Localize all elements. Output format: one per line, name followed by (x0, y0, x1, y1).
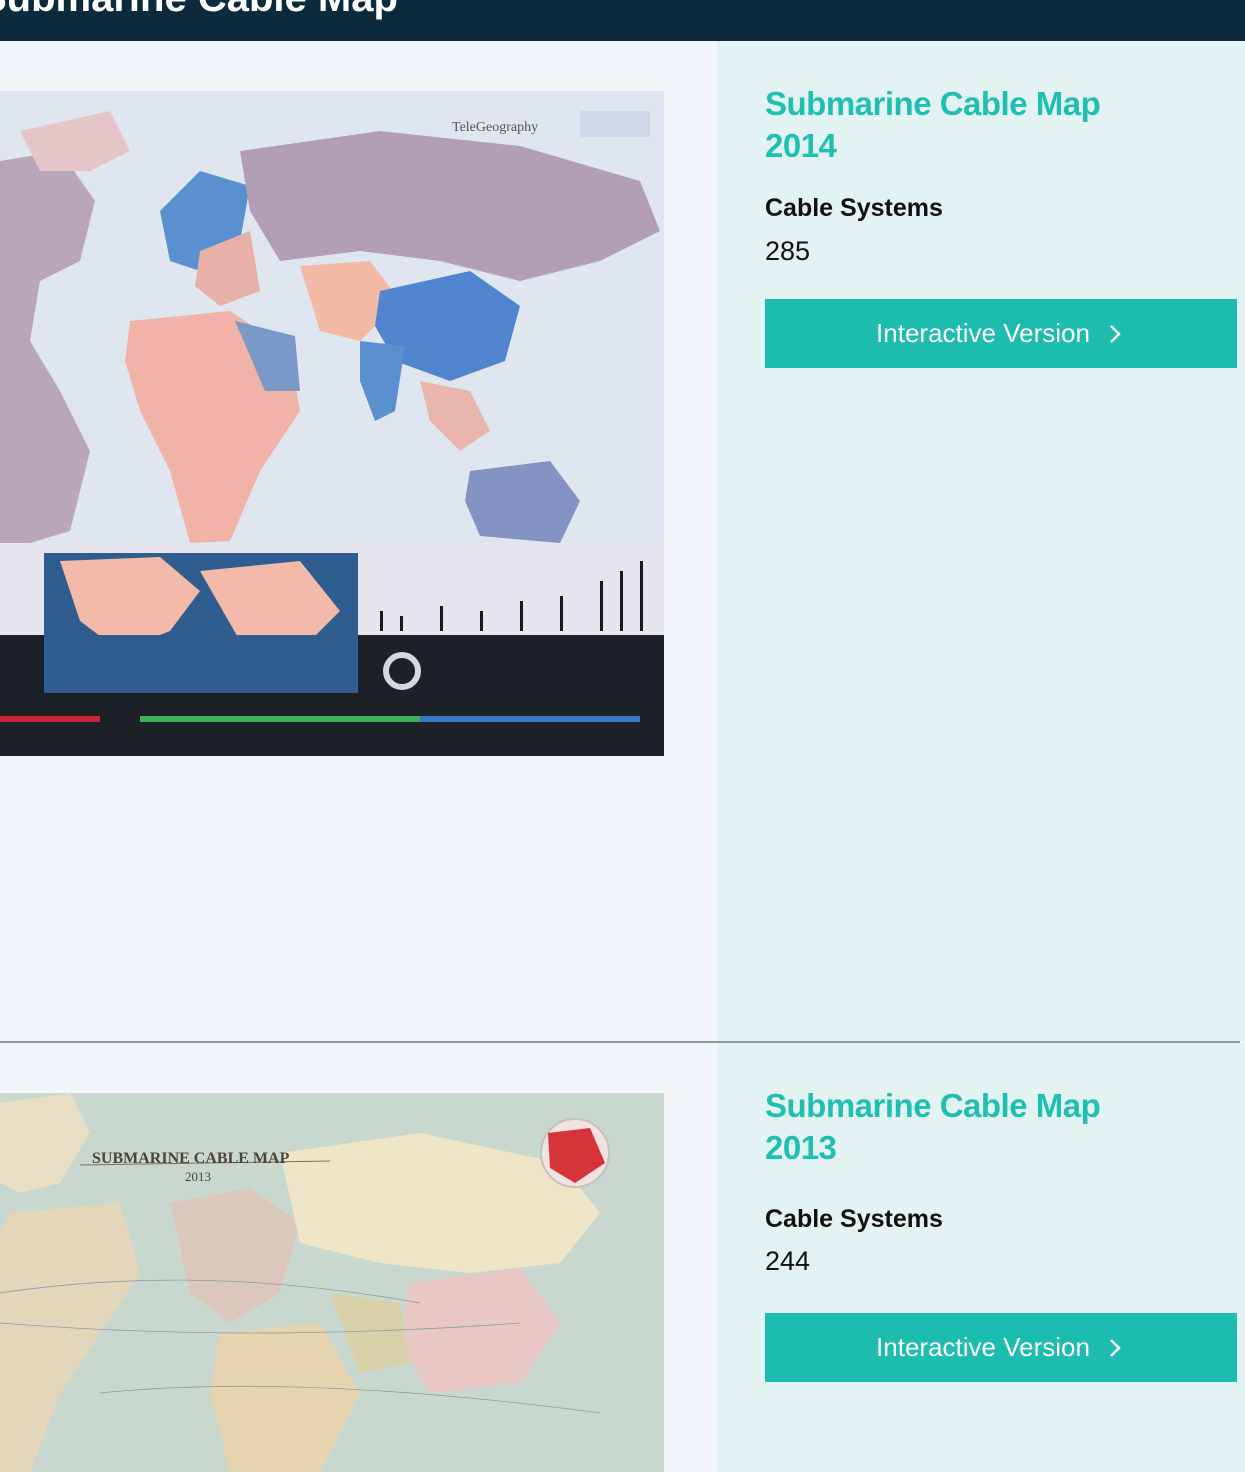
cable-systems-label: Cable Systems (765, 194, 943, 222)
map-title[interactable]: Submarine Cable Map 2013 (765, 1085, 1165, 1169)
button-label: Interactive Version (876, 1332, 1090, 1362)
chevron-right-icon (1110, 324, 1121, 343)
page-title: Submarine Cable Map (0, 0, 398, 21)
map-entry-2013: SUBMARINE CABLE MAP 2013 Submarine Cable… (0, 1043, 1245, 1472)
svg-text:TeleGeography: TeleGeography (452, 120, 538, 135)
top-header-bar: Submarine Cable Map (0, 0, 1245, 41)
map-entry-2014: TeleGeography Submarine Cable Map 2014 C… (0, 41, 1245, 1041)
details-pane: Submarine Cable Map 2014 Cable Systems 2… (717, 41, 1245, 1041)
cable-systems-count: 244 (765, 1246, 811, 1276)
chevron-right-icon (1110, 1338, 1121, 1357)
svg-text:2013: 2013 (185, 1169, 211, 1184)
interactive-version-button[interactable]: Interactive Version (765, 299, 1237, 368)
interactive-version-button[interactable]: Interactive Version (765, 1313, 1237, 1382)
map-thumbnail-image[interactable]: SUBMARINE CABLE MAP 2013 (0, 1093, 664, 1472)
map-thumbnail-image[interactable]: TeleGeography (0, 91, 664, 756)
svg-text:SUBMARINE CABLE MAP: SUBMARINE CABLE MAP (92, 1150, 290, 1167)
thumbnail-pane: SUBMARINE CABLE MAP 2013 (0, 1043, 717, 1472)
vintage-map-2013-graphic: SUBMARINE CABLE MAP 2013 (0, 1093, 664, 1472)
button-label: Interactive Version (876, 318, 1090, 348)
details-pane: Submarine Cable Map 2013 Cable Systems 2… (717, 1043, 1245, 1472)
map-title[interactable]: Submarine Cable Map 2014 (765, 83, 1165, 167)
cable-systems-label: Cable Systems (765, 1205, 943, 1233)
cable-systems-count: 285 (765, 236, 811, 266)
thumbnail-pane: TeleGeography (0, 41, 717, 1041)
world-map-2014-graphic: TeleGeography (0, 91, 664, 756)
